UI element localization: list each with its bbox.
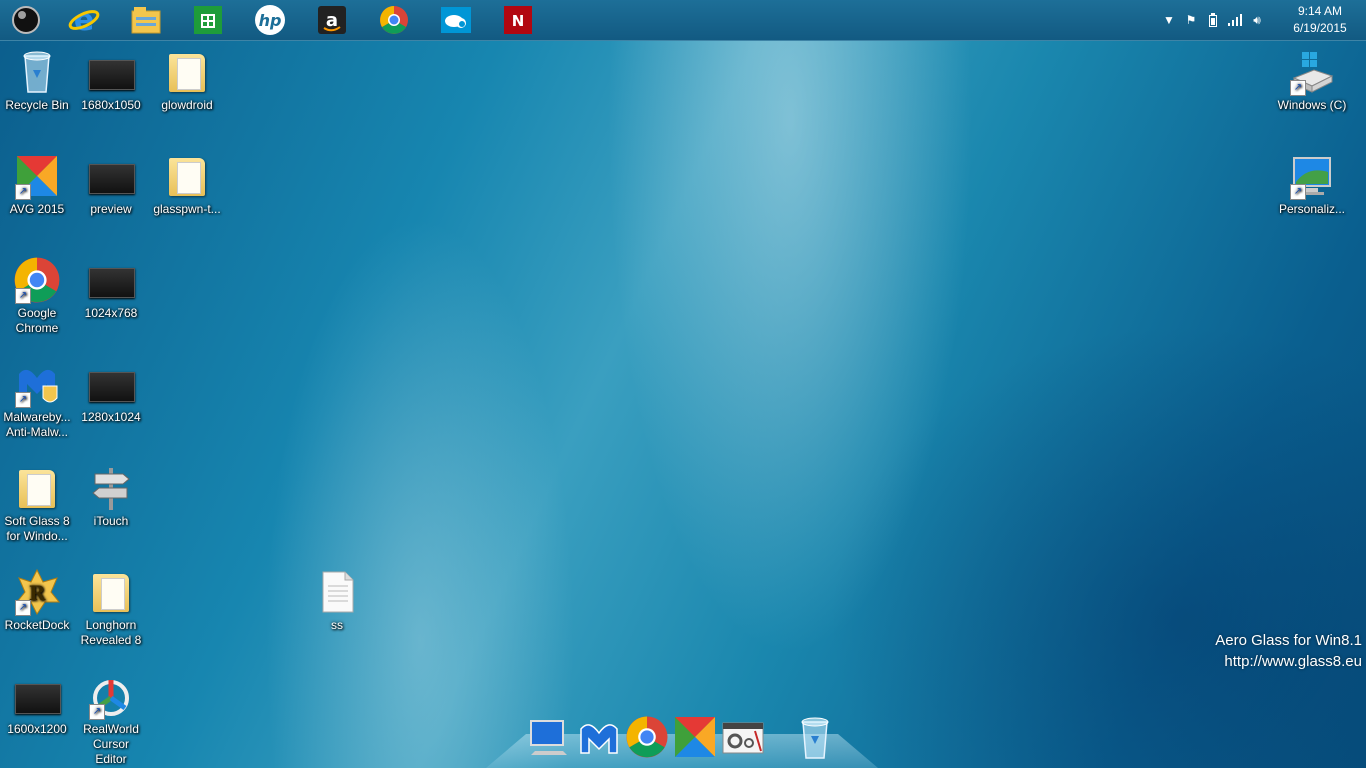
netflix-icon: N (504, 6, 532, 34)
svg-text:a: a (326, 10, 338, 31)
shortcut-arrow-icon: ↗ (1290, 80, 1306, 96)
shortcut-arrow-icon: ↗ (15, 288, 31, 304)
desktop-icon-personalize[interactable]: ↗ Personaliz... (1274, 152, 1350, 217)
amazon-icon: a (318, 6, 346, 34)
image-thumbnail-icon (89, 60, 135, 90)
internet-explorer-icon: e (68, 4, 100, 36)
hp-cloud-icon (441, 7, 471, 33)
desktop-icon-ss[interactable]: ss (300, 568, 374, 633)
image-thumbnail-icon (89, 268, 135, 298)
svg-text:hp: hp (259, 11, 282, 30)
folder-icon (169, 158, 205, 196)
volume-icon[interactable]: 🔊︎ (1246, 0, 1268, 40)
file-explorer-icon (131, 7, 161, 34)
system-tray: ▼ ⚑ 🔊︎ (1158, 0, 1268, 40)
taskbar: e hp a N ▼ ⚑ 🔊︎ 9:14 AM 6/19/2015 (0, 0, 1366, 41)
svg-text:N: N (512, 12, 525, 30)
taskbar-internet-explorer[interactable]: e (64, 2, 104, 38)
desktop-icon-1600x1200[interactable]: 1600x1200 (0, 672, 74, 737)
desktop-icon-realworld-cursor-editor[interactable]: ↗ RealWorld Cursor Editor (74, 672, 148, 767)
desktop-icon-malwarebytes[interactable]: ↗ Malwareby... Anti-Malw... (0, 360, 74, 440)
signpost-icon (92, 468, 130, 510)
shortcut-arrow-icon: ↗ (1290, 184, 1306, 200)
desktop-icon-1280x1024[interactable]: 1280x1024 (74, 360, 148, 425)
folder-icon (169, 54, 205, 92)
desktop-icon-recycle-bin[interactable]: Recycle Bin (0, 48, 74, 113)
desktop-icon-preview[interactable]: preview (74, 152, 148, 217)
image-thumbnail-icon (89, 372, 135, 402)
chevron-up-icon[interactable]: ▼ (1158, 0, 1180, 40)
hp-logo-icon: hp (255, 5, 285, 35)
shortcut-arrow-icon: ↗ (15, 184, 31, 200)
desktop-icon-1024x768[interactable]: 1024x768 (74, 256, 148, 321)
recycle-bin-icon (23, 51, 51, 93)
desktop-icon-glasspwn[interactable]: glasspwn-t... (150, 152, 224, 217)
taskbar-chrome[interactable] (374, 2, 414, 38)
text-file-icon (322, 571, 354, 613)
image-thumbnail-icon (89, 164, 135, 194)
dock-item-chrome[interactable] (624, 714, 670, 760)
desktop-icon-avg[interactable]: ↗ AVG 2015 (0, 152, 74, 217)
battery-icon[interactable] (1202, 0, 1224, 40)
windows-store-icon (194, 6, 222, 34)
svg-text:e: e (74, 4, 94, 36)
taskbar-file-explorer[interactable] (126, 2, 166, 38)
dock-item-malwarebytes[interactable] (576, 714, 622, 760)
shortcut-arrow-icon: ↗ (89, 704, 105, 720)
taskbar-amazon[interactable]: a (312, 2, 352, 38)
desktop-icon-itouch[interactable]: iTouch (74, 464, 148, 529)
shortcut-arrow-icon: ↗ (15, 600, 31, 616)
control-panel-icon (722, 722, 764, 754)
desktop-icon-windows-c[interactable]: ↗ Windows (C) (1274, 48, 1350, 113)
clock-time: 9:14 AM (1297, 4, 1343, 18)
start-button[interactable] (6, 2, 46, 38)
action-center-flag-icon[interactable]: ⚑ (1180, 0, 1202, 40)
image-thumbnail-icon (15, 684, 61, 714)
watermark-line1: Aero Glass for Win8.1 (1215, 632, 1362, 649)
signal-bars-icon[interactable] (1224, 0, 1246, 40)
watermark-line2: http://www.glass8.eu (1224, 653, 1362, 670)
dock-item-avg[interactable] (672, 714, 718, 760)
start-orb-icon (12, 6, 40, 34)
malwarebytes-icon (580, 724, 618, 754)
computer-icon (530, 720, 567, 755)
taskbar-hp-connected[interactable] (436, 2, 476, 38)
desktop-icon-glowdroid[interactable]: glowdroid (150, 48, 224, 113)
dock-item-control-panel[interactable] (720, 714, 766, 760)
clock-date: 6/19/2015 (1293, 21, 1347, 35)
taskbar-windows-store[interactable] (188, 2, 228, 38)
taskbar-hp[interactable]: hp (250, 2, 290, 38)
clock[interactable]: 9:14 AM 6/19/2015 (1280, 3, 1360, 37)
dock-item-recycle-bin[interactable] (792, 714, 838, 760)
desktop-icon-soft-glass-8[interactable]: Soft Glass 8 for Windo... (0, 464, 74, 544)
avg-icon (675, 717, 715, 757)
chrome-icon (626, 716, 668, 758)
taskbar-netflix[interactable]: N (498, 2, 538, 38)
desktop-icon-rocketdock[interactable]: R ↗ RocketDock (0, 568, 74, 633)
shortcut-arrow-icon: ↗ (15, 392, 31, 408)
svg-text:R: R (29, 581, 46, 605)
recycle-bin-icon (801, 717, 829, 759)
desktop-icon-1680x1050[interactable]: 1680x1050 (74, 48, 148, 113)
chrome-icon (380, 6, 408, 34)
dock-item-computer[interactable] (526, 714, 572, 760)
folder-icon (19, 470, 55, 508)
aero-glass-watermark: Aero Glass for Win8.1 http://www.glass8.… (1215, 630, 1362, 672)
desktop-icon-longhorn-revealed-8[interactable]: Longhorn Revealed 8 (74, 568, 148, 648)
desktop-icon-google-chrome[interactable]: ↗ Google Chrome (0, 256, 74, 336)
folder-icon (93, 574, 129, 612)
